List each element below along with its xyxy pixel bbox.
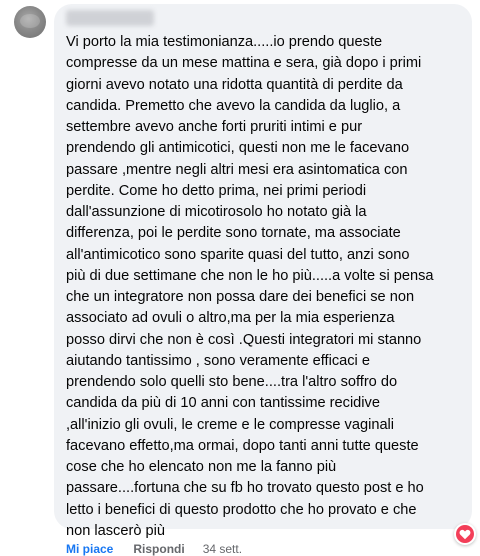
avatar[interactable] [14, 6, 46, 38]
comment-text: Vi porto la mia testimonianza.....io pre… [66, 34, 434, 539]
author-name-blurred[interactable] [66, 10, 154, 26]
reply-button[interactable]: Rispondi [133, 542, 184, 556]
comment-bubble: Vi porto la mia testimonianza.....io pre… [54, 4, 476, 545]
reaction-badge[interactable] [454, 523, 476, 545]
like-button[interactable]: Mi piace [66, 542, 113, 556]
comment-container: Vi porto la mia testimonianza.....io pre… [0, 0, 480, 556]
heart-icon [456, 525, 474, 543]
comment-actions: Mi piace Rispondi 34 sett. [66, 542, 242, 556]
timestamp[interactable]: 34 sett. [203, 542, 242, 556]
